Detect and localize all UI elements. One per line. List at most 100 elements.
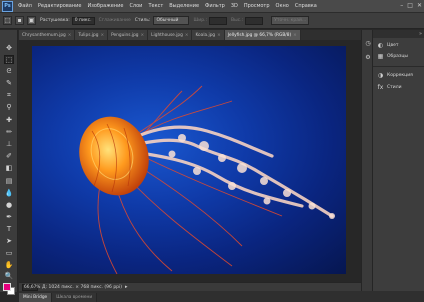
- move-tool-icon[interactable]: ✥: [4, 44, 14, 53]
- add-selection-icon[interactable]: ▣: [27, 16, 36, 25]
- marquee-tool-preset-icon[interactable]: ⬚: [3, 16, 12, 25]
- feather-input[interactable]: 0 пикс.: [71, 16, 95, 25]
- menu-file[interactable]: Файл: [18, 3, 32, 9]
- menu-items: Файл Редактирование Изображение Слои Тек…: [18, 3, 323, 9]
- refine-edge-button[interactable]: Уточн. край...: [271, 16, 310, 25]
- healing-brush-tool-icon[interactable]: ✚: [4, 116, 14, 125]
- menu-type[interactable]: Текст: [148, 3, 163, 9]
- tab-label: Penguins.jpg: [111, 32, 139, 38]
- document-tabs: Chrysanthemum.jpg × Tulips.jpg × Penguins.…: [19, 30, 361, 40]
- properties-icon[interactable]: ⚙: [364, 54, 372, 62]
- menu-view[interactable]: Просмотр: [244, 3, 270, 9]
- menu-3d[interactable]: 3D: [231, 3, 238, 9]
- tab-label: Jellyfish.jpg @ 66,7% (RGB/8): [227, 32, 292, 38]
- eraser-tool-icon[interactable]: ◧: [4, 164, 14, 173]
- history-brush-tool-icon[interactable]: ✐: [4, 152, 14, 161]
- tab-koala[interactable]: Koala.jpg ×: [192, 30, 225, 40]
- brush-tool-icon[interactable]: ✏: [4, 128, 14, 137]
- maximize-icon[interactable]: □: [407, 2, 413, 9]
- bottom-panel-tabs: Mini Bridge Шкала времени: [19, 291, 424, 302]
- tab-mini-bridge[interactable]: Mini Bridge: [19, 293, 53, 302]
- status-menu-icon[interactable]: ▸: [125, 284, 128, 290]
- menu-help[interactable]: Справка: [295, 3, 317, 9]
- height-label: Выс.:: [231, 18, 244, 23]
- history-icon[interactable]: ◷: [364, 40, 372, 48]
- options-bar: ⬚ ▪ ▣ Растушевка: 0 пикс. Сглаживание Ст…: [0, 13, 424, 29]
- panel-divider: [373, 66, 424, 67]
- tab-penguins[interactable]: Penguins.jpg ×: [108, 30, 149, 40]
- menu-filter[interactable]: Фильтр: [205, 3, 225, 9]
- pen-tool-icon[interactable]: ✒: [4, 213, 14, 222]
- right-panels: » ◐ Цвет ▦ Образцы ◑ Коррекция fx Стили: [373, 30, 424, 291]
- feather-label: Растушевка:: [40, 18, 70, 23]
- lasso-tool-icon[interactable]: ᘓ: [4, 67, 14, 76]
- tab-label: Koala.jpg: [195, 32, 216, 38]
- window-controls: – □ ✕: [400, 2, 422, 9]
- panel-color[interactable]: ◐ Цвет: [377, 42, 399, 49]
- dodge-tool-icon[interactable]: ●: [4, 201, 14, 210]
- status-bar: 66,67% Д: 1024 пикс. × 768 пикс. (96 ppi…: [19, 282, 361, 291]
- styles-icon: fx: [377, 84, 384, 91]
- adjustments-icon: ◑: [377, 72, 384, 79]
- close-icon[interactable]: ×: [100, 33, 104, 38]
- close-icon[interactable]: ✕: [417, 2, 422, 9]
- tab-label: Lighthouse.jpg: [151, 32, 183, 38]
- panel-adjustments[interactable]: ◑ Коррекция: [377, 72, 413, 79]
- minimize-icon[interactable]: –: [400, 2, 403, 9]
- menu-select[interactable]: Выделение: [169, 3, 199, 9]
- gradient-tool-icon[interactable]: ▤: [4, 177, 14, 186]
- eyedropper-tool-icon[interactable]: ⚲: [4, 103, 14, 112]
- menu-layers[interactable]: Слои: [129, 3, 142, 9]
- style-label: Стиль:: [134, 18, 151, 23]
- rectangular-marquee-tool-icon[interactable]: ⬚: [4, 55, 14, 64]
- menu-edit[interactable]: Редактирование: [38, 3, 82, 9]
- tab-tulips[interactable]: Tulips.jpg ×: [75, 30, 109, 40]
- tab-timeline[interactable]: Шкала времени: [52, 293, 98, 302]
- menu-image[interactable]: Изображение: [87, 3, 123, 9]
- quick-selection-tool-icon[interactable]: ✎: [4, 79, 14, 88]
- width-label: Шир.:: [193, 18, 208, 23]
- tools-panel: ✥ ⬚ ᘓ ✎ ⌗ ⚲ ✚ ✏ ⊥ ✐ ◧ ▤ 💧 ● ✒ T ➤ ▭ ✋ 🔍: [0, 30, 18, 295]
- hand-tool-icon[interactable]: ✋: [4, 261, 14, 270]
- smoothing-checkbox[interactable]: Сглаживание: [99, 18, 131, 23]
- zoom-tool-icon[interactable]: 🔍: [4, 272, 14, 281]
- style-select[interactable]: Обычный: [153, 16, 190, 25]
- blur-tool-icon[interactable]: 💧: [4, 189, 14, 198]
- panel-styles[interactable]: fx Стили: [377, 84, 402, 91]
- rectangle-tool-icon[interactable]: ▭: [4, 249, 14, 258]
- close-icon[interactable]: ×: [141, 33, 145, 38]
- swatches-grid-icon: ▦: [377, 53, 384, 60]
- photoshop-logo: Ps: [2, 0, 13, 12]
- panel-swatches[interactable]: ▦ Образцы: [377, 53, 408, 60]
- panel-label: Цвет: [387, 43, 399, 48]
- jellyfish-image: [79, 85, 335, 274]
- tab-label: Chrysanthemum.jpg: [22, 32, 66, 38]
- document-window: [19, 40, 361, 282]
- close-icon[interactable]: ×: [293, 33, 297, 38]
- color-swatch-icon: ◐: [377, 42, 384, 49]
- tab-label: Tulips.jpg: [78, 32, 99, 38]
- document-info: Д: 1024 пикс. × 768 пикс. (96 ppi): [42, 284, 123, 290]
- panel-label: Коррекция: [387, 73, 413, 78]
- menu-window[interactable]: Окно: [276, 3, 289, 9]
- width-input[interactable]: [209, 16, 228, 25]
- close-icon[interactable]: ×: [68, 33, 72, 38]
- crop-tool-icon[interactable]: ⌗: [4, 91, 14, 100]
- tab-lighthouse[interactable]: Lighthouse.jpg ×: [148, 30, 193, 40]
- height-input[interactable]: [245, 16, 264, 25]
- type-tool-icon[interactable]: T: [4, 225, 14, 234]
- foreground-color-swatch[interactable]: [3, 283, 11, 291]
- tab-chrysanthemum[interactable]: Chrysanthemum.jpg ×: [19, 30, 76, 40]
- panel-label: Образцы: [387, 54, 408, 59]
- image-canvas[interactable]: [32, 46, 346, 274]
- new-selection-icon[interactable]: ▪: [15, 16, 24, 25]
- close-icon[interactable]: ×: [185, 33, 189, 38]
- panel-icon-strip: ◷ ⚙: [361, 30, 373, 291]
- clone-stamp-tool-icon[interactable]: ⊥: [4, 140, 14, 149]
- tab-jellyfish[interactable]: Jellyfish.jpg @ 66,7% (RGB/8) ×: [224, 30, 301, 40]
- path-selection-tool-icon[interactable]: ➤: [4, 237, 14, 246]
- panel-label: Стили: [387, 85, 402, 90]
- panels-collapse-icon[interactable]: »: [373, 30, 424, 38]
- zoom-level-field[interactable]: 66,67%: [22, 283, 40, 291]
- close-icon[interactable]: ×: [217, 33, 221, 38]
